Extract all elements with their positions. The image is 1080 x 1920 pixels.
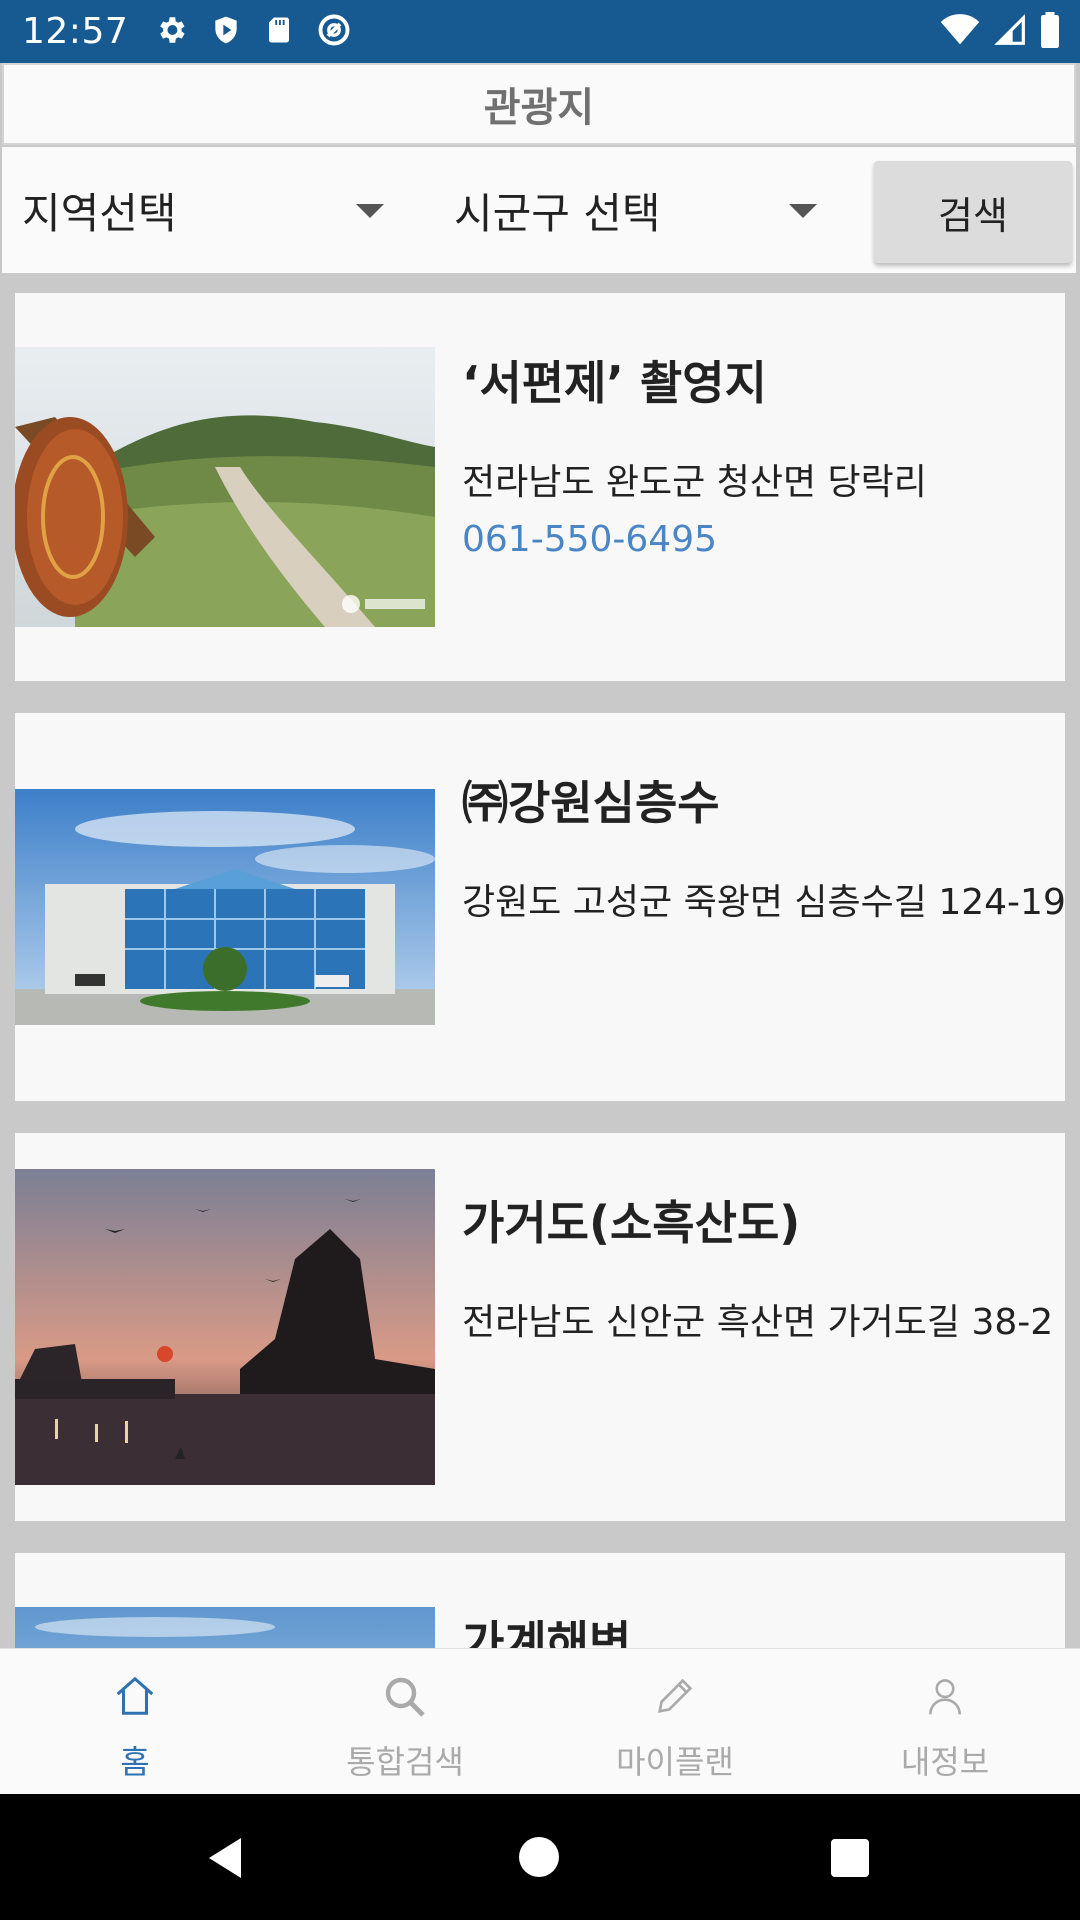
- place-image: [15, 1607, 435, 1648]
- page-title: 관광지: [483, 85, 595, 131]
- back-icon[interactable]: [205, 1836, 245, 1884]
- pencil-icon: [652, 1673, 698, 1723]
- at-sign-icon: [316, 12, 352, 52]
- home-button-icon[interactable]: [519, 1837, 559, 1881]
- filter-row: 지역선택 시군구 선택 검색: [2, 147, 1076, 273]
- nav-label: 내정보: [900, 1743, 990, 1781]
- place-title: 가거도(소흑산도): [462, 1196, 801, 1250]
- gear-icon: [154, 13, 188, 51]
- place-address: 전라남도 완도군 청산면 당락리: [462, 462, 927, 503]
- shield-icon: [210, 13, 242, 51]
- nav-item-myinfo[interactable]: 내정보: [810, 1649, 1080, 1795]
- search-icon: [381, 1673, 429, 1725]
- search-button[interactable]: 검색: [874, 161, 1072, 263]
- sd-card-icon: [264, 13, 294, 51]
- place-address: 전라남도 신안군 흑산면 가거도길 38-2: [462, 1302, 1054, 1343]
- system-nav-bar: [0, 1794, 1080, 1920]
- place-title: ‘서편제’ 촬영지: [462, 356, 767, 410]
- place-phone-link[interactable]: 061-550-6495: [462, 519, 717, 560]
- place-title: ㈜강원심층수: [462, 776, 720, 830]
- nav-item-myplan[interactable]: 마이플랜: [540, 1649, 810, 1795]
- nav-label: 홈: [120, 1743, 150, 1781]
- status-time: 12:57: [22, 11, 129, 52]
- place-card[interactable]: 가거도(소흑산도) 전라남도 신안군 흑산면 가거도길 38-2: [15, 1133, 1065, 1521]
- person-icon: [923, 1673, 967, 1723]
- chevron-down-icon: [789, 204, 817, 218]
- nav-label: 통합검색: [346, 1743, 464, 1781]
- place-title: 가계해변: [462, 1616, 632, 1648]
- status-right-icons: [940, 0, 1060, 63]
- nav-label: 마이플랜: [616, 1743, 734, 1781]
- wifi-icon: [940, 13, 980, 50]
- region-select-label: 지역선택: [22, 188, 177, 238]
- place-card[interactable]: ‘서편제’ 촬영지 전라남도 완도군 청산면 당락리 061-550-6495: [15, 293, 1065, 681]
- recents-icon[interactable]: [831, 1839, 869, 1881]
- status-left-icons: [154, 12, 352, 52]
- battery-icon: [1040, 11, 1060, 52]
- place-card[interactable]: 가계해변: [15, 1553, 1065, 1648]
- district-select-label: 시군구 선택: [454, 188, 661, 238]
- home-icon: [112, 1673, 158, 1723]
- place-card[interactable]: ㈜강원심층수 강원도 고성군 죽왕면 심층수길 124-19: [15, 713, 1066, 1101]
- place-image: [15, 347, 435, 627]
- nav-item-home[interactable]: 홈: [0, 1649, 270, 1795]
- place-address: 강원도 고성군 죽왕면 심층수길 124-19: [462, 882, 1066, 923]
- place-list[interactable]: ‘서편제’ 촬영지 전라남도 완도군 청산면 당락리 061-550-6495: [0, 273, 1080, 1648]
- place-image: [15, 789, 435, 1025]
- nav-item-search[interactable]: 통합검색: [270, 1649, 540, 1795]
- status-bar: 12:57: [0, 0, 1080, 63]
- region-select[interactable]: 지역선택: [2, 147, 432, 273]
- bottom-nav: 홈 통합검색 마이플랜 내정보: [0, 1648, 1080, 1795]
- signal-icon: [994, 13, 1026, 50]
- district-select[interactable]: 시군구 선택: [432, 147, 852, 273]
- place-image: [15, 1169, 435, 1485]
- chevron-down-icon: [356, 204, 384, 218]
- page-header: 관광지: [2, 63, 1076, 145]
